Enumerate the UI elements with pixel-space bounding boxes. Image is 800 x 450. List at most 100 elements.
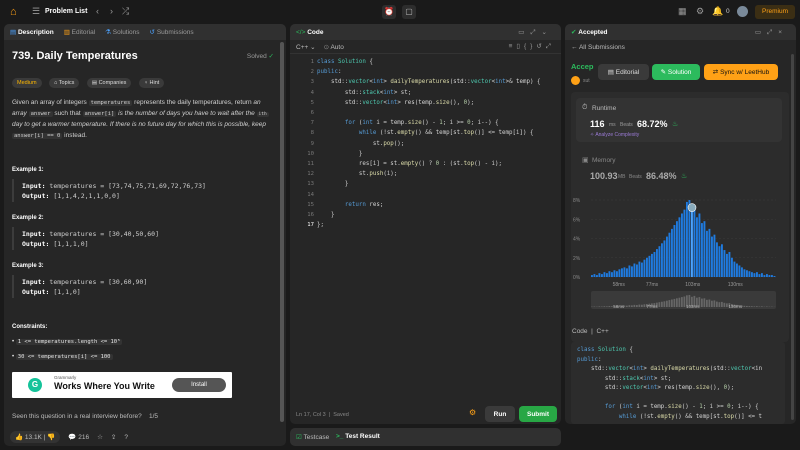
editorial-button[interactable]: ▤ Editorial [598,64,649,80]
overview-bar [726,303,728,307]
language-select[interactable]: C++ ⌄ [296,43,316,51]
runtime-unit: ms [609,122,616,128]
premium-button[interactable]: Premium [755,5,795,19]
code-line[interactable]: res[i] = st.empty() ? 0 : (st.top() - i)… [317,161,502,171]
runtime-distribution-chart[interactable]: 8% 6% 4% 2% 0% 58ms 77ms 103ms 130ms 58ms 77ms 103m… [571,192,789,342]
code-tab[interactable]: </> Code [296,29,323,36]
companies-tag[interactable]: ▤ Companies [86,78,132,88]
run-button[interactable]: Run [485,406,515,422]
timer-icon[interactable]: ⏰ [382,5,396,19]
ad-banner[interactable]: G Grammarly Works Where You Write Instal… [12,372,232,398]
code-line[interactable]: } [317,181,349,191]
layout-icon[interactable]: ▦ [678,6,687,17]
runtime-card[interactable]: ⏱ Runtime 116 ms Beats 68.72% ♨ ✧ Analyz… [576,98,782,142]
code-line[interactable]: while (!st.empty() && temp[st.top()] <= … [317,130,534,140]
bar [733,261,736,277]
tab-editorial[interactable]: ▥ Editorial [64,28,95,36]
code-line: std::vector<int> dailyTemperatures(std::… [577,366,763,372]
code-line[interactable]: std::vector<int> res(temp.size(), 0); [317,100,474,110]
notes-icon[interactable]: ▢ [402,5,416,19]
constraints-label: Constraints: [12,324,48,330]
bar [613,270,616,277]
code-line[interactable]: for (int i = temp.size() - 1; i >= 0; i-… [317,120,499,130]
right-scrollbar[interactable] [791,54,794,420]
bar [686,201,688,277]
overview-bar [626,305,628,307]
tab-submissions[interactable]: ↺ Submissions [150,28,194,36]
bar [723,250,726,277]
solution-button[interactable]: ✎ Solution [652,64,700,80]
debug-icon[interactable]: ⚙ [469,408,476,417]
avatar[interactable] [737,6,748,17]
left-scrollbar[interactable] [280,42,284,422]
accepted-tab[interactable]: ✔ Accepted [571,28,608,36]
line-number: 4 [310,89,314,96]
overview-bar [671,299,673,307]
bar [668,232,671,277]
analyze-complexity-link[interactable]: ✧ Analyze Complexity [590,132,639,138]
settings-icon[interactable]: ⚙ [696,6,704,17]
bar [598,273,601,277]
code-header-icons[interactable]: ▭⤢⌄ [518,28,553,37]
code-line[interactable]: std::vector<int> dailyTemperatures(std::… [317,79,541,89]
problem-list-link[interactable]: Problem List [45,8,87,15]
code-line[interactable]: st.push(i); [317,171,397,181]
line-number: 7 [310,120,314,127]
tab-description[interactable]: ▤ Description [10,28,54,36]
code-line[interactable]: } [317,151,363,161]
code-line[interactable]: std::stack<int> st; [317,90,411,100]
bar [648,255,651,277]
code-line[interactable]: }; [317,222,324,232]
submission-panel: ✔ Accepted ▭⤢× ← All Submissions Accep s… [565,24,796,424]
tab-testcase[interactable]: ☑ Testcase [296,433,329,441]
editor-tools[interactable]: ≡▯{}↺⤢ [509,42,555,51]
line-number: 14 [307,191,314,198]
like-button[interactable]: 👍 13.1K | 👎 [10,431,61,443]
code-line[interactable]: } [317,212,335,222]
streak-count[interactable]: 0 [726,8,730,15]
topics-tag[interactable]: ⌂ Topics [49,78,80,88]
logo-icon[interactable]: ⌂ [10,6,20,18]
bar [666,236,668,277]
ad-install-button[interactable]: Install [172,378,226,392]
next-icon[interactable]: › [110,6,113,16]
difficulty-badge[interactable]: Medium [12,78,42,88]
bar [761,273,763,277]
bar [681,213,683,277]
bar [601,274,603,277]
tab-solutions[interactable]: ⚗ Solutions [105,28,139,36]
list-icon[interactable]: ☰ [32,6,40,17]
code-line: public: [577,356,602,363]
y-tick-label: 0% [573,275,581,281]
ad-headline: Works Where You Write [54,381,155,391]
all-submissions-link[interactable]: ← All Submissions [571,44,625,51]
bar [606,273,608,277]
x-tick-label: 58ms [613,282,626,288]
code-line[interactable]: public: [317,69,341,79]
code-line[interactable]: st.pop(); [317,141,404,151]
line-number: 11 [307,161,314,167]
tab-test-result[interactable]: >_ Test Result [336,433,380,440]
overview-bar [633,304,636,307]
auto-toggle[interactable]: ⊙ Auto [324,43,344,51]
code-line[interactable]: return res; [317,202,383,212]
submit-button[interactable]: Submit [519,406,557,422]
leethub-button[interactable]: ⇄ Sync w/ LeetHub [704,64,778,80]
submitted-code[interactable]: class Solution {public: std::vector<int>… [571,342,785,424]
code-line[interactable]: class Solution { [317,59,373,69]
hint-tag[interactable]: ♀ Hint [138,78,165,88]
shuffle-icon[interactable]: ⤮ [122,6,129,17]
comments-button[interactable]: 💬 216 [68,433,89,441]
bar [616,271,618,277]
bar [763,275,766,277]
bar [718,246,721,277]
prev-icon[interactable]: ‹ [96,6,99,16]
close-icon[interactable]: ▭⤢× [755,28,788,37]
bar [608,271,611,277]
code-editor[interactable]: 1 class Solution {2 public: 3 std::vector<i… [290,59,561,229]
bell-icon[interactable]: 🔔 [712,6,723,17]
help-icon[interactable]: ? [124,434,128,441]
share-icon[interactable]: ⇪ [111,433,116,441]
star-icon[interactable]: ☆ [97,433,103,441]
example-block: Input: temperatures = [30,60,90] Output: … [12,275,274,298]
